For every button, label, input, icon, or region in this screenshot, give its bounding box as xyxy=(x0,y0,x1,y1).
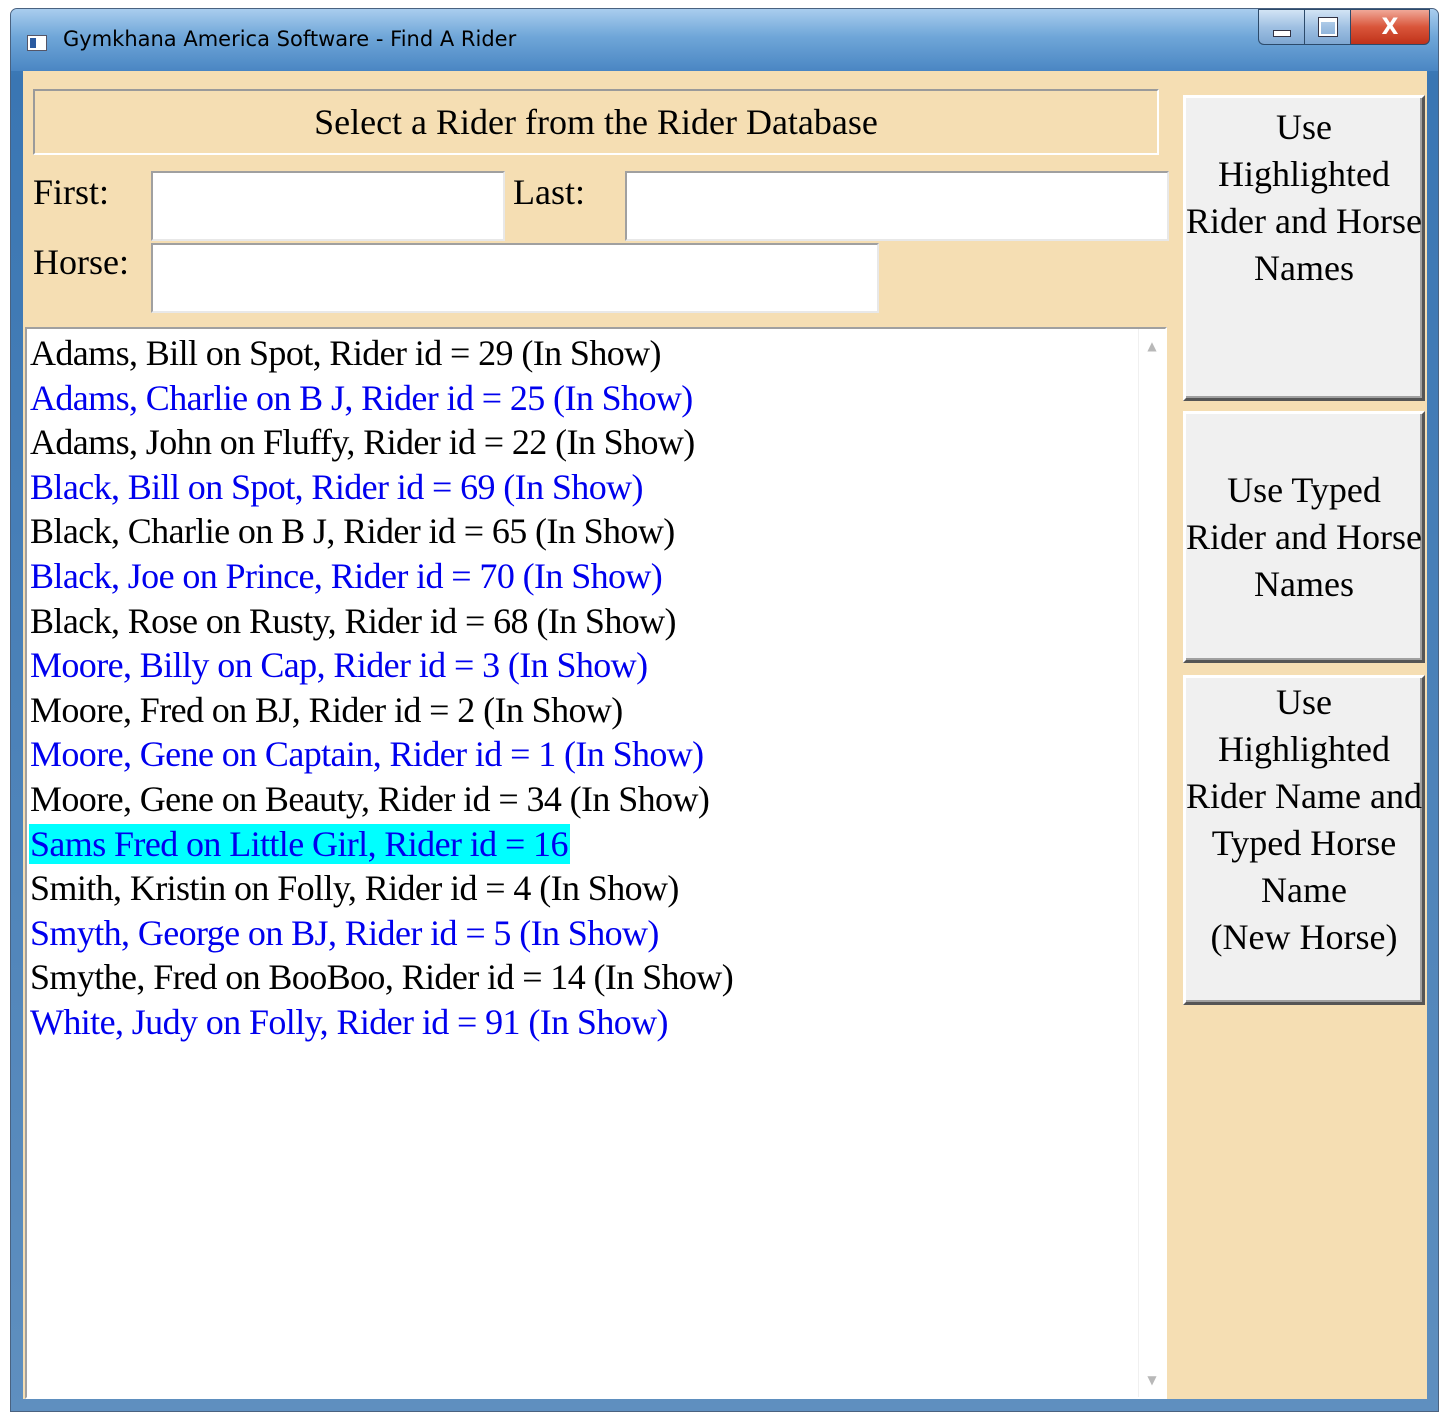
use-highlighted-rider-new-horse-button[interactable]: Use Highlighted Rider Name and Typed Hor… xyxy=(1183,675,1425,1005)
rider-list-item-text: Moore, Gene on Beauty, Rider id = 34 (In… xyxy=(30,778,710,819)
window-controls: X xyxy=(1258,9,1430,45)
use-highlighted-names-button[interactable]: Use Highlighted Rider and Horse Names xyxy=(1183,95,1425,401)
first-name-label: First: xyxy=(33,172,110,212)
app-icon[interactable] xyxy=(27,35,47,51)
rider-list-item-text: Smith, Kristin on Folly, Rider id = 4 (I… xyxy=(30,868,679,909)
minimize-button[interactable] xyxy=(1258,9,1304,45)
rider-list-item-text: Moore, Fred on BJ, Rider id = 2 (In Show… xyxy=(30,689,623,730)
rider-list-item-text: Adams, John on Fluffy, Rider id = 22 (In… xyxy=(30,422,695,463)
header-label: Select a Rider from the Rider Database xyxy=(33,89,1159,155)
horse-input[interactable] xyxy=(151,243,879,313)
rider-list-item[interactable]: Moore, Fred on BJ, Rider id = 2 (In Show… xyxy=(29,688,1139,733)
rider-list-item-text: Black, Bill on Spot, Rider id = 69 (In S… xyxy=(30,466,643,507)
minimize-icon xyxy=(1272,29,1291,37)
last-name-label: Last: xyxy=(513,172,585,212)
rider-list-item[interactable]: Smith, Kristin on Folly, Rider id = 4 (I… xyxy=(29,866,1139,911)
first-name-input[interactable] xyxy=(151,171,505,241)
rider-list-item-text: Black, Charlie on B J, Rider id = 65 (In… xyxy=(30,511,675,552)
rider-list-item[interactable]: Adams, John on Fluffy, Rider id = 22 (In… xyxy=(29,420,1139,465)
rider-list-item[interactable]: Smythe, Fred on BooBoo, Rider id = 14 (I… xyxy=(29,955,1139,1000)
title-bar[interactable]: Gymkhana America Software - Find A Rider… xyxy=(11,9,1438,71)
rider-list-item[interactable]: Moore, Gene on Beauty, Rider id = 34 (In… xyxy=(29,777,1139,822)
rider-list-item[interactable]: Black, Charlie on B J, Rider id = 65 (In… xyxy=(29,509,1139,554)
rider-list-item-text: White, Judy on Folly, Rider id = 91 (In … xyxy=(30,1001,669,1042)
rider-list-item[interactable]: Moore, Gene on Captain, Rider id = 1 (In… xyxy=(29,732,1139,777)
rider-list-item-text: Adams, Charlie on B J, Rider id = 25 (In… xyxy=(30,377,693,418)
rider-list-item[interactable]: Adams, Bill on Spot, Rider id = 29 (In S… xyxy=(29,331,1139,376)
rider-list-item[interactable]: Smyth, George on BJ, Rider id = 5 (In Sh… xyxy=(29,911,1139,956)
scroll-down-icon[interactable]: ▼ xyxy=(1139,1367,1165,1393)
rider-list-item[interactable]: Adams, Charlie on B J, Rider id = 25 (In… xyxy=(29,376,1139,421)
client-area: Select a Rider from the Rider Database F… xyxy=(23,71,1427,1399)
rider-list-item-text: Moore, Billy on Cap, Rider id = 3 (In Sh… xyxy=(30,645,648,686)
rider-list-item[interactable]: Black, Bill on Spot, Rider id = 69 (In S… xyxy=(29,465,1139,510)
rider-list[interactable]: Adams, Bill on Spot, Rider id = 29 (In S… xyxy=(25,327,1167,1399)
maximize-button[interactable] xyxy=(1304,9,1350,45)
close-button[interactable]: X xyxy=(1350,9,1430,45)
rider-list-item[interactable]: Black, Rose on Rusty, Rider id = 68 (In … xyxy=(29,599,1139,644)
rider-list-item[interactable]: Black, Joe on Prince, Rider id = 70 (In … xyxy=(29,554,1139,599)
rider-list-item[interactable]: Moore, Billy on Cap, Rider id = 3 (In Sh… xyxy=(29,643,1139,688)
last-name-input[interactable] xyxy=(625,171,1169,241)
rider-list-item[interactable]: Sams Fred on Little Girl, Rider id = 16 xyxy=(29,822,1139,867)
rider-list-item-text: Smyth, George on BJ, Rider id = 5 (In Sh… xyxy=(30,912,659,953)
maximize-icon xyxy=(1317,17,1338,37)
list-scrollbar[interactable]: ▲ ▼ xyxy=(1138,329,1165,1397)
use-typed-names-button[interactable]: Use Typed Rider and Horse Names xyxy=(1183,411,1425,663)
rider-list-item-text: Sams Fred on Little Girl, Rider id = 16 xyxy=(29,823,570,864)
horse-label: Horse: xyxy=(33,242,129,282)
rider-list-items: Adams, Bill on Spot, Rider id = 29 (In S… xyxy=(29,331,1139,1045)
rider-list-item-text: Black, Joe on Prince, Rider id = 70 (In … xyxy=(30,555,663,596)
scroll-up-icon[interactable]: ▲ xyxy=(1139,333,1165,359)
rider-list-item-text: Adams, Bill on Spot, Rider id = 29 (In S… xyxy=(30,333,662,373)
window-title: Gymkhana America Software - Find A Rider xyxy=(63,27,517,51)
rider-list-item-text: Smythe, Fred on BooBoo, Rider id = 14 (I… xyxy=(30,957,734,998)
close-icon: X xyxy=(1381,14,1399,40)
rider-list-item-text: Black, Rose on Rusty, Rider id = 68 (In … xyxy=(30,600,677,641)
rider-list-item[interactable]: White, Judy on Folly, Rider id = 91 (In … xyxy=(29,1000,1139,1045)
rider-list-item-text: Moore, Gene on Captain, Rider id = 1 (In… xyxy=(30,734,704,775)
find-rider-window: Gymkhana America Software - Find A Rider… xyxy=(10,8,1439,1412)
